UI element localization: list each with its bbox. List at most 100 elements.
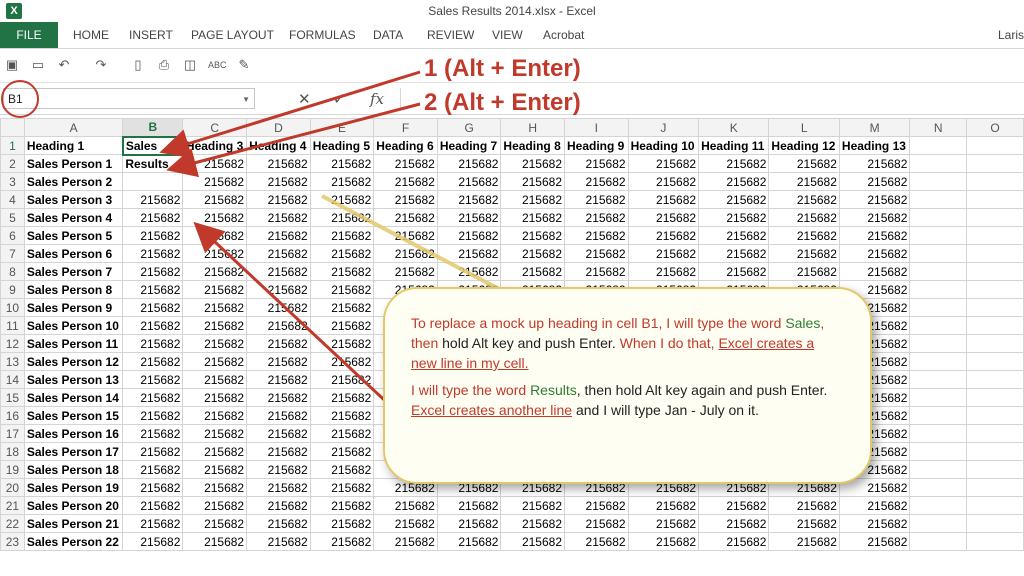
- value-cell[interactable]: 215682: [246, 298, 311, 317]
- value-cell[interactable]: 215682: [122, 226, 184, 245]
- chevron-down-icon[interactable]: ▼: [242, 89, 250, 110]
- value-cell[interactable]: 215682: [768, 244, 840, 263]
- value-cell[interactable]: 215682: [182, 208, 248, 227]
- row-header[interactable]: 22: [0, 514, 25, 533]
- value-cell[interactable]: 215682: [182, 406, 248, 425]
- row-label-cell[interactable]: Sales Person 18: [23, 460, 124, 479]
- value-cell[interactable]: 215682: [627, 532, 700, 551]
- value-cell[interactable]: 215682: [182, 424, 248, 443]
- column-header[interactable]: A: [23, 118, 124, 137]
- value-cell[interactable]: 215682: [768, 154, 840, 173]
- value-cell[interactable]: 215682: [122, 460, 184, 479]
- value-cell[interactable]: 215682: [122, 496, 184, 515]
- value-cell[interactable]: 215682: [246, 154, 311, 173]
- value-cell[interactable]: 215682: [564, 532, 629, 551]
- cancel-icon[interactable]: ✕: [298, 90, 311, 108]
- value-cell[interactable]: 215682: [564, 190, 629, 209]
- value-cell[interactable]: 215682: [182, 172, 248, 191]
- value-cell[interactable]: 215682: [627, 190, 700, 209]
- row-label-cell[interactable]: Sales Person 7: [23, 262, 124, 281]
- value-cell[interactable]: 215682: [627, 262, 700, 281]
- value-cell[interactable]: 215682: [246, 460, 311, 479]
- row-label-cell[interactable]: Sales Person 13: [23, 370, 124, 389]
- row-label-cell[interactable]: Sales Person 4: [23, 208, 124, 227]
- value-cell[interactable]: 215682: [182, 262, 248, 281]
- tab-home[interactable]: HOME: [73, 22, 109, 48]
- value-cell[interactable]: 215682: [122, 208, 184, 227]
- name-box[interactable]: B1 ▼: [3, 88, 255, 109]
- cell[interactable]: [909, 244, 968, 263]
- new-icon[interactable]: ▯: [130, 57, 146, 73]
- column-header[interactable]: D: [246, 118, 311, 137]
- column-header[interactable]: B: [122, 118, 184, 138]
- row-header[interactable]: 9: [0, 280, 25, 299]
- row-header[interactable]: 1: [0, 136, 25, 155]
- cell[interactable]: [966, 442, 1024, 461]
- row-header[interactable]: 3: [0, 172, 25, 191]
- value-cell[interactable]: 215682: [182, 154, 248, 173]
- value-cell[interactable]: 215682: [309, 298, 375, 317]
- value-cell[interactable]: 215682: [309, 334, 375, 353]
- value-cell[interactable]: 215682: [838, 208, 911, 227]
- row-label-cell[interactable]: Sales Person 17: [23, 442, 124, 461]
- cell[interactable]: [909, 442, 968, 461]
- open-icon[interactable]: ▭: [30, 57, 46, 73]
- row-header[interactable]: 6: [0, 226, 25, 245]
- value-cell[interactable]: 215682: [182, 370, 248, 389]
- value-cell[interactable]: 215682: [698, 154, 770, 173]
- heading-cell[interactable]: Heading 11: [698, 136, 770, 155]
- heading-cell[interactable]: Heading 7: [436, 136, 502, 155]
- tab-review[interactable]: REVIEW: [427, 22, 474, 48]
- row-label-cell[interactable]: Sales Person 9: [23, 298, 124, 317]
- tab-insert[interactable]: INSERT: [129, 22, 173, 48]
- value-cell[interactable]: 215682: [564, 514, 629, 533]
- row-header[interactable]: 11: [0, 316, 25, 335]
- row-label-cell[interactable]: Sales Person 2: [23, 172, 124, 191]
- value-cell[interactable]: 215682: [309, 280, 375, 299]
- value-cell[interactable]: 215682: [698, 244, 770, 263]
- value-cell[interactable]: 215682: [436, 154, 502, 173]
- value-cell[interactable]: 215682: [838, 262, 911, 281]
- row-label-cell[interactable]: Sales Person 21: [23, 514, 124, 533]
- value-cell[interactable]: 215682: [838, 496, 911, 515]
- value-cell[interactable]: 215682: [627, 208, 700, 227]
- value-cell[interactable]: 215682: [500, 244, 565, 263]
- value-cell[interactable]: 215682: [768, 190, 840, 209]
- value-cell[interactable]: 215682: [246, 172, 311, 191]
- row-label-cell[interactable]: Sales Person 5: [23, 226, 124, 245]
- cell[interactable]: [966, 190, 1024, 209]
- undo-icon[interactable]: ↶: [56, 57, 72, 73]
- value-cell[interactable]: 215682: [436, 514, 502, 533]
- format-painter-icon[interactable]: ✎: [236, 57, 252, 73]
- cell[interactable]: [966, 388, 1024, 407]
- row-header[interactable]: 8: [0, 262, 25, 281]
- tab-view[interactable]: VIEW: [492, 22, 523, 48]
- column-header[interactable]: F: [373, 118, 438, 137]
- value-cell[interactable]: 215682: [838, 190, 911, 209]
- column-header[interactable]: N: [909, 118, 968, 137]
- row-label-cell[interactable]: Sales Person 6: [23, 244, 124, 263]
- row-label-cell[interactable]: Sales Person 1: [23, 154, 124, 173]
- value-cell[interactable]: 215682: [182, 478, 248, 497]
- tab-formulas[interactable]: FORMULAS: [289, 22, 356, 48]
- value-cell[interactable]: 215682: [436, 532, 502, 551]
- value-cell[interactable]: 215682: [627, 226, 700, 245]
- value-cell[interactable]: 215682: [246, 244, 311, 263]
- row-header[interactable]: 14: [0, 370, 25, 389]
- cell[interactable]: [909, 514, 968, 533]
- value-cell[interactable]: 215682: [246, 262, 311, 281]
- value-cell[interactable]: 215682: [246, 514, 311, 533]
- value-cell[interactable]: 215682: [182, 460, 248, 479]
- value-cell[interactable]: 215682: [373, 190, 438, 209]
- tab-file[interactable]: FILE: [0, 22, 58, 48]
- cell[interactable]: [966, 424, 1024, 443]
- row-label-cell[interactable]: Sales Person 15: [23, 406, 124, 425]
- value-cell[interactable]: 215682: [698, 496, 770, 515]
- cell[interactable]: [966, 496, 1024, 515]
- heading-cell[interactable]: Heading 10: [627, 136, 700, 155]
- value-cell[interactable]: 215682: [564, 244, 629, 263]
- value-cell[interactable]: 215682: [627, 244, 700, 263]
- value-cell[interactable]: 215682: [309, 244, 375, 263]
- value-cell[interactable]: 215682: [564, 496, 629, 515]
- column-header[interactable]: G: [436, 118, 502, 137]
